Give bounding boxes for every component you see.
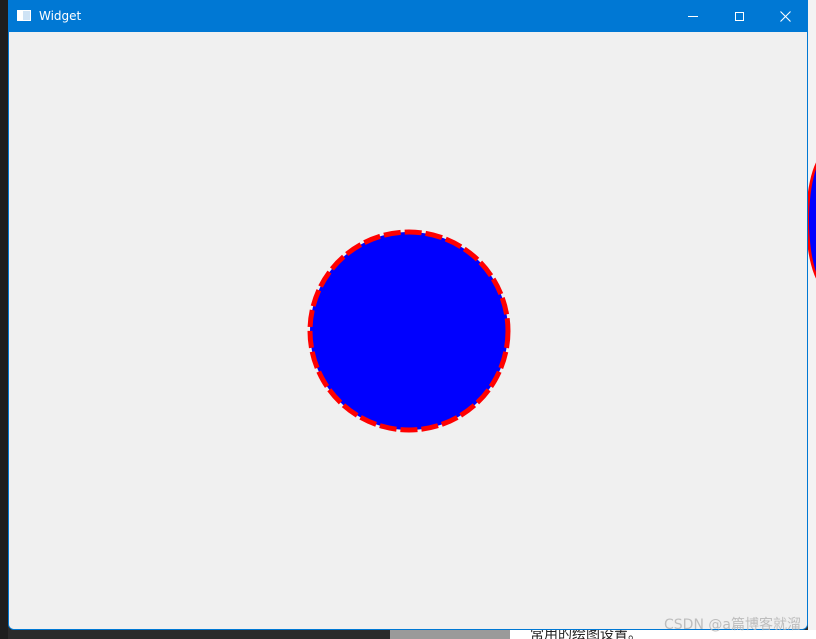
desktop: 常用的绘图设置。 Widget CSDN @a篇博客就溜 xyxy=(0,0,816,639)
watermark: CSDN @a篇博客就溜 xyxy=(664,617,801,633)
title-bar[interactable]: Widget xyxy=(9,1,807,32)
close-button[interactable] xyxy=(762,1,807,32)
window-title: Widget xyxy=(39,9,82,23)
maximize-icon xyxy=(734,12,744,21)
minimize-icon xyxy=(688,16,698,17)
background-window xyxy=(808,0,816,639)
drawn-circle xyxy=(307,229,511,433)
background-strip xyxy=(390,630,510,639)
maximize-button[interactable] xyxy=(716,1,762,32)
background-editor xyxy=(0,0,8,639)
app-window-icon xyxy=(17,10,31,21)
minimize-button[interactable] xyxy=(670,1,716,32)
widget-canvas xyxy=(9,32,807,629)
widget-window: Widget xyxy=(8,0,808,630)
close-icon xyxy=(779,11,791,22)
